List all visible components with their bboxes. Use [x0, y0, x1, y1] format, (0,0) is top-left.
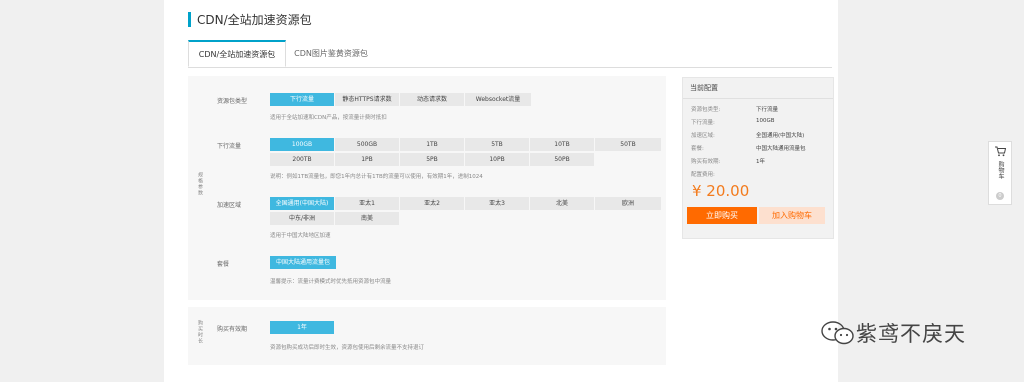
page-title: CDN/全站加速资源包	[188, 11, 312, 27]
config-divider	[683, 98, 833, 99]
traffic-option-50tb[interactable]: 50TB	[595, 138, 661, 151]
config-key: 资源包类型:	[691, 107, 721, 113]
duration-option-1year[interactable]: 1年	[270, 321, 334, 334]
add-to-cart-button[interactable]: 加入购物车	[759, 207, 825, 224]
type-label: 资源包类型	[217, 98, 248, 105]
traffic-option-500gb[interactable]: 500GB	[335, 138, 399, 151]
type-option-websocket[interactable]: Websocket流量	[465, 93, 531, 106]
traffic-hint: 说明：例如1TB流量包，即您1年内总计有1TB的流量可以使用，有效期1年，进制1…	[270, 174, 483, 180]
traffic-option-1tb[interactable]: 1TB	[400, 138, 464, 151]
spec-panel: 规格参数 资源包类型 下行流量 静态HTTPS请求数 动态请求数 Websock…	[188, 76, 666, 300]
type-option-https[interactable]: 静态HTTPS请求数	[335, 93, 399, 106]
floating-cart-text: 购物车	[997, 161, 1004, 179]
product-tabs: CDN/全站加速资源包 CDN图片鉴黄资源包	[188, 40, 832, 68]
type-option-dynamic[interactable]: 动态请求数	[400, 93, 464, 106]
config-key: 下行流量:	[691, 120, 715, 126]
traffic-option-1pb[interactable]: 1PB	[335, 153, 399, 166]
current-config-panel: 当前配置 资源包类型: 下行流量 下行流量: 100GB 加速区域: 全国通用(…	[682, 77, 834, 239]
page-title-text: CDN/全站加速资源包	[197, 12, 312, 27]
spec-section-label: 规格参数	[197, 172, 203, 196]
duration-section-label: 购买时长	[197, 320, 203, 344]
region-hint: 适用于中国大陆地区加速	[270, 233, 331, 239]
package-hint: 温馨提示：流量计费模式时优先抵用资源包中流量	[270, 279, 392, 285]
traffic-option-5pb[interactable]: 5PB	[400, 153, 464, 166]
config-value: 全国通用(中国大陆)	[756, 133, 805, 139]
traffic-option-200tb[interactable]: 200TB	[270, 153, 334, 166]
config-key: 购买有效期:	[691, 159, 721, 165]
duration-label: 购买有效期	[217, 326, 248, 333]
traffic-option-10tb[interactable]: 10TB	[530, 138, 594, 151]
region-option-south-america[interactable]: 南美	[335, 212, 399, 225]
config-price: ¥ 20.00	[692, 182, 750, 200]
config-value: 下行流量	[756, 107, 779, 113]
tab-cdn-package[interactable]: CDN/全站加速资源包	[188, 40, 286, 67]
traffic-option-10pb[interactable]: 10PB	[465, 153, 529, 166]
floating-cart-label: 购物车	[989, 161, 1011, 182]
config-key: 套餐:	[691, 146, 704, 152]
config-key: 配置费用:	[691, 172, 715, 178]
traffic-option-50pb[interactable]: 50PB	[530, 153, 594, 166]
region-option-north-america[interactable]: 北美	[530, 197, 594, 210]
region-option-mainland[interactable]: 全国通用(中国大陆)	[270, 197, 334, 210]
cart-count-badge: 0	[996, 192, 1004, 200]
page-margin-left	[0, 0, 164, 382]
config-value: 1年	[756, 159, 765, 165]
cart-icon	[995, 146, 1007, 157]
duration-hint: 资源包购买成功后即时生效，资源包使用后剩余流量不支持退订	[270, 345, 425, 351]
region-option-europe[interactable]: 欧洲	[595, 197, 661, 210]
region-label: 加速区域	[217, 202, 242, 209]
package-option-mainland[interactable]: 中国大陆通用流量包	[270, 256, 336, 269]
floating-cart[interactable]: 购物车 0	[988, 141, 1012, 205]
config-value: 中国大陆通用流量包	[756, 146, 806, 152]
traffic-option-5tb[interactable]: 5TB	[465, 138, 529, 151]
tab-image-review-package[interactable]: CDN图片鉴黄资源包	[285, 41, 377, 66]
region-option-apac1[interactable]: 亚太1	[335, 197, 399, 210]
duration-panel: 购买时长 购买有效期 1年 资源包购买成功后即时生效，资源包使用后剩余流量不支持…	[188, 307, 666, 365]
region-option-middle-east-africa[interactable]: 中东/非洲	[270, 212, 334, 225]
watermark: 紫鸢不戾天	[820, 318, 966, 348]
package-label: 套餐	[217, 261, 230, 268]
region-option-apac3[interactable]: 亚太3	[465, 197, 529, 210]
type-hint: 适用于全站加速和CDN产品，按流量计费时抵扣	[270, 115, 387, 121]
config-title: 当前配置	[690, 84, 718, 92]
traffic-label: 下行流量	[217, 143, 242, 150]
title-accent-bar	[188, 11, 191, 27]
config-key: 加速区域:	[691, 133, 715, 139]
config-value: 100GB	[756, 118, 775, 124]
traffic-option-100gb[interactable]: 100GB	[270, 138, 334, 151]
watermark-text: 紫鸢不戾天	[856, 322, 966, 346]
wechat-icon	[821, 321, 854, 345]
buy-now-button[interactable]: 立即购买	[687, 207, 757, 224]
region-option-apac2[interactable]: 亚太2	[400, 197, 464, 210]
type-option-downlink[interactable]: 下行流量	[270, 93, 334, 106]
